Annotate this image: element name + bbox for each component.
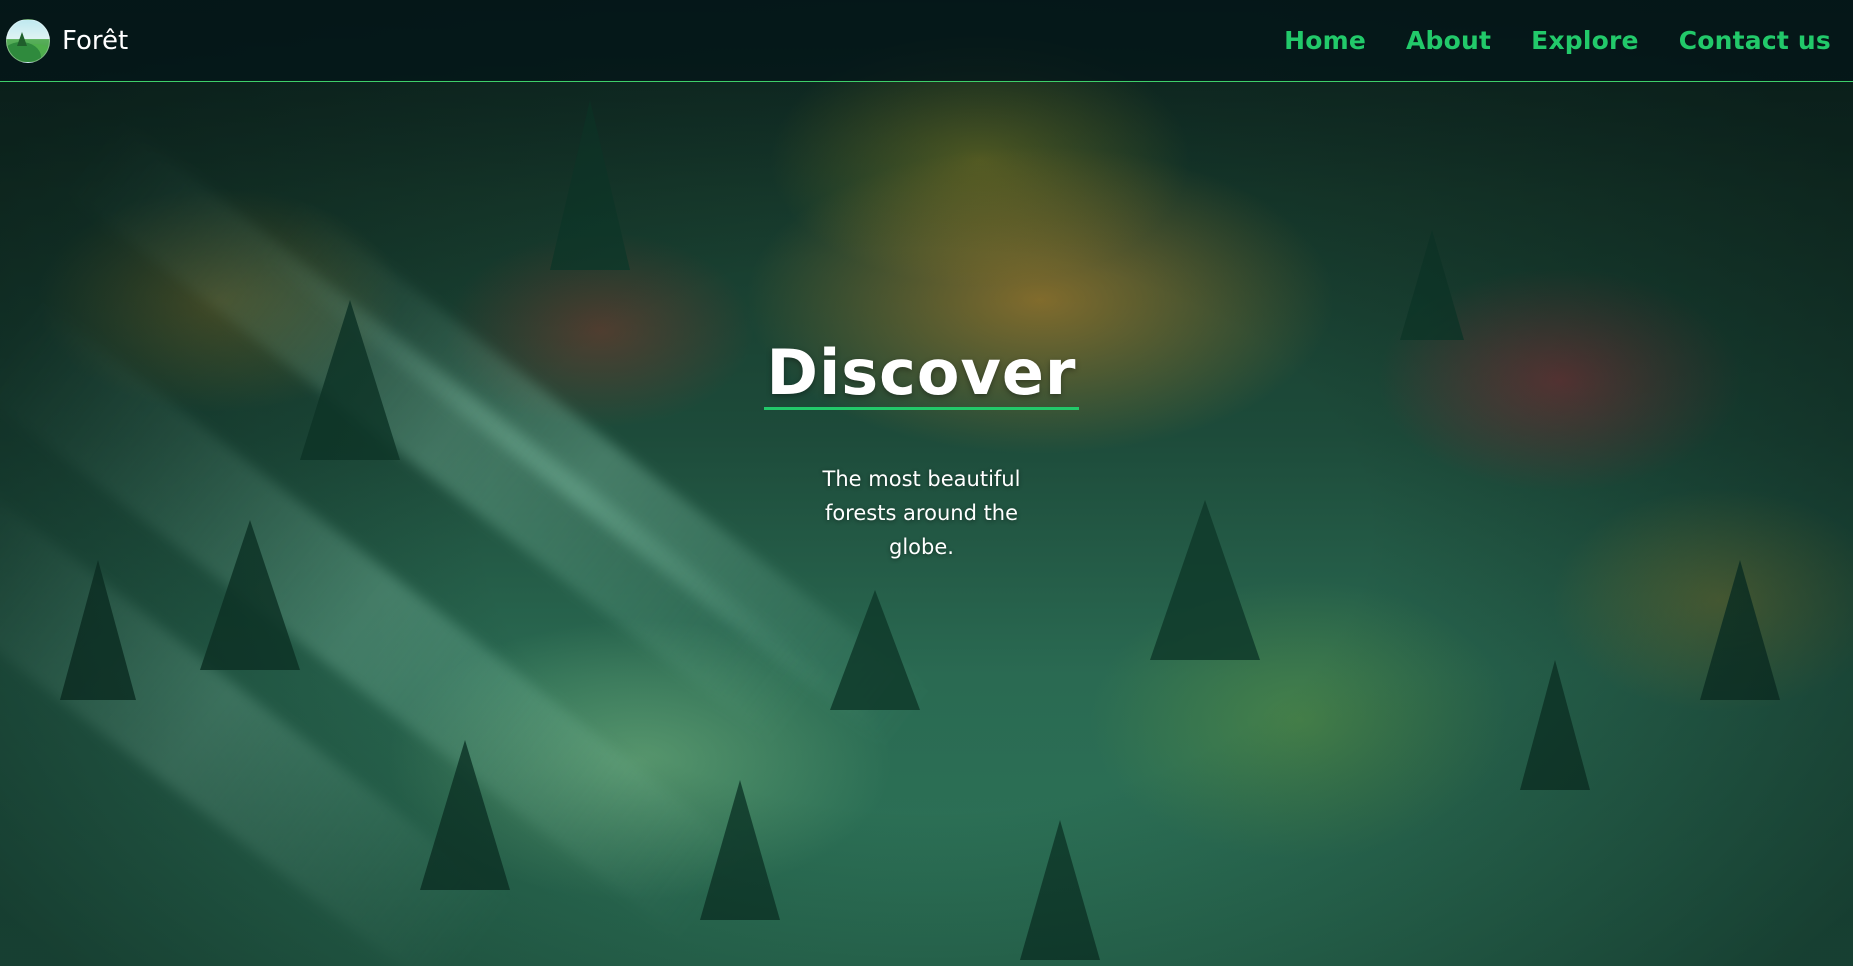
brand-name: Forêt <box>62 25 129 56</box>
nav-link-explore[interactable]: Explore <box>1531 26 1639 55</box>
main-nav: Home About Explore Contact us <box>1284 26 1831 55</box>
hero-content: Discover The most beautiful forests arou… <box>0 340 1843 564</box>
brand[interactable]: Forêt <box>6 18 129 63</box>
navbar: Forêt Home About Explore Contact us <box>0 0 1853 82</box>
nav-link-about[interactable]: About <box>1406 26 1491 55</box>
hero-subtitle: The most beautiful forests around the gl… <box>822 467 1021 560</box>
nav-link-home[interactable]: Home <box>1284 26 1366 55</box>
hero-title: Discover <box>764 336 1079 411</box>
nav-link-contact-us[interactable]: Contact us <box>1679 26 1831 55</box>
forest-landscape-icon <box>6 18 50 63</box>
